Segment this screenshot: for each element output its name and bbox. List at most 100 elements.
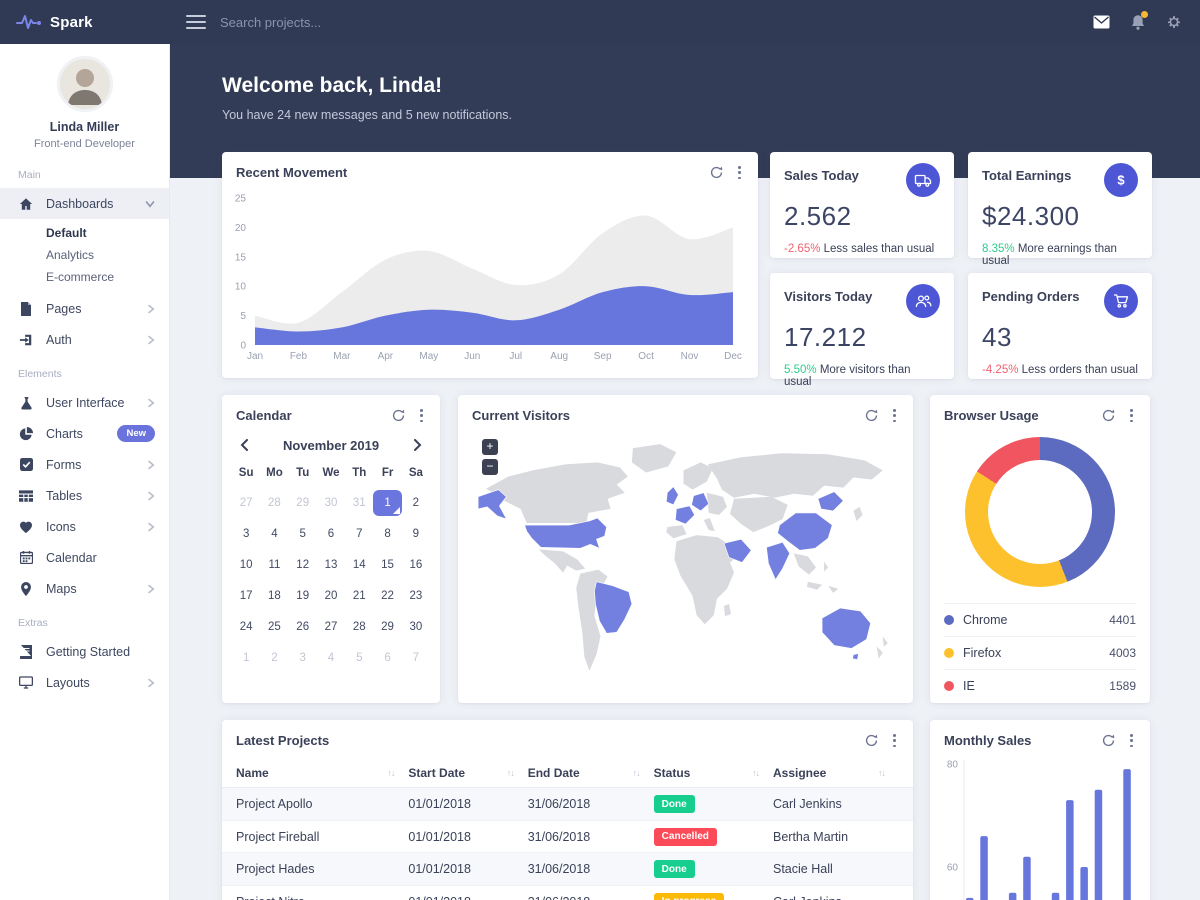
calendar-day[interactable]: 5 (289, 521, 317, 547)
sidebar-item-layouts[interactable]: Layouts (0, 667, 169, 698)
kebab-icon[interactable] (417, 408, 426, 423)
flask-icon (18, 396, 34, 410)
calendar-day[interactable]: 31 (345, 490, 373, 516)
column-header-end-date[interactable]: End Date↑↓ (528, 766, 654, 780)
map-zoom-in-button[interactable]: + (482, 439, 498, 455)
refresh-icon[interactable] (1102, 409, 1115, 422)
calendar-day[interactable]: 12 (289, 552, 317, 578)
calendar-day[interactable]: 2 (402, 490, 430, 516)
menu-toggle-icon[interactable] (186, 15, 206, 29)
calendar-day[interactable]: 27 (317, 614, 345, 640)
sidebar-subitem-analytics[interactable]: Analytics (0, 244, 169, 266)
column-header-start-date[interactable]: Start Date↑↓ (408, 766, 527, 780)
calendar-day[interactable]: 17 (232, 583, 260, 609)
calendar-day[interactable]: 6 (317, 521, 345, 547)
calendar-day[interactable]: 11 (260, 552, 288, 578)
sidebar-item-dashboards[interactable]: Dashboards (0, 188, 169, 219)
sidebar-item-user-interface[interactable]: User Interface (0, 387, 169, 418)
refresh-icon[interactable] (392, 409, 405, 422)
calendar-day[interactable]: 27 (232, 490, 260, 516)
card-title: Monthly Sales (944, 733, 1031, 748)
calendar-day[interactable]: 18 (260, 583, 288, 609)
calendar-next-icon[interactable] (411, 437, 424, 453)
calendar-day[interactable]: 30 (317, 490, 345, 516)
calendar-day[interactable]: 13 (317, 552, 345, 578)
world-map[interactable]: + − (468, 433, 903, 693)
refresh-icon[interactable] (1102, 734, 1115, 747)
calendar-day[interactable]: 7 (345, 521, 373, 547)
mail-icon[interactable] (1093, 15, 1110, 29)
sidebar-item-maps[interactable]: Maps (0, 573, 169, 604)
calendar-day[interactable]: 1 (232, 645, 260, 671)
calendar-day[interactable]: 9 (402, 521, 430, 547)
calendar-day[interactable]: 7 (402, 645, 430, 671)
sidebar-item-getting-started[interactable]: Getting Started (0, 636, 169, 667)
calendar-prev-icon[interactable] (238, 437, 251, 453)
sidebar-subitem-e-commerce[interactable]: E-commerce (0, 266, 169, 288)
calendar-day[interactable]: 20 (317, 583, 345, 609)
refresh-icon[interactable] (710, 166, 723, 179)
refresh-icon[interactable] (865, 734, 878, 747)
kebab-icon[interactable] (735, 165, 744, 180)
stat-value: 2.562 (784, 201, 940, 232)
sidebar-subitem-default[interactable]: Default (0, 222, 169, 244)
calendar-day[interactable]: 8 (373, 521, 401, 547)
column-header-assignee[interactable]: Assignee↑↓ (773, 766, 899, 780)
sidebar-item-pages[interactable]: Pages (0, 293, 169, 324)
card-title: Browser Usage (944, 408, 1039, 423)
column-header-status[interactable]: Status↑↓ (654, 766, 773, 780)
project-name: Project Apollo (236, 797, 408, 811)
sort-icon[interactable]: ↑↓ (752, 768, 759, 778)
project-start: 01/01/2018 (408, 862, 527, 876)
calendar-day[interactable]: 6 (373, 645, 401, 671)
calendar-day[interactable]: 5 (345, 645, 373, 671)
map-pin-icon (18, 582, 34, 596)
calendar-day[interactable]: 22 (373, 583, 401, 609)
kebab-icon[interactable] (1127, 408, 1136, 423)
sidebar-item-auth[interactable]: Auth (0, 324, 169, 355)
calendar-day[interactable]: 2 (260, 645, 288, 671)
kebab-icon[interactable] (1127, 733, 1136, 748)
calendar-day[interactable]: 23 (402, 583, 430, 609)
calendar-day[interactable]: 19 (289, 583, 317, 609)
calendar-day-selected[interactable]: 1 (373, 490, 401, 516)
calendar-day[interactable]: 24 (232, 614, 260, 640)
calendar-day[interactable]: 26 (289, 614, 317, 640)
settings-icon[interactable] (1166, 14, 1182, 30)
calendar-day[interactable]: 4 (260, 521, 288, 547)
calendar-day[interactable]: 15 (373, 552, 401, 578)
brand[interactable]: Spark (0, 0, 170, 44)
calendar-day[interactable]: 3 (232, 521, 260, 547)
sort-icon[interactable]: ↑↓ (633, 768, 640, 778)
calendar-day[interactable]: 30 (402, 614, 430, 640)
search-input[interactable] (220, 15, 540, 30)
calendar-day[interactable]: 29 (373, 614, 401, 640)
notifications-icon[interactable] (1130, 14, 1146, 31)
sort-icon[interactable]: ↑↓ (507, 768, 514, 778)
map-zoom-out-button[interactable]: − (482, 459, 498, 475)
column-header-name[interactable]: Name↑↓ (236, 766, 408, 780)
calendar-day[interactable]: 4 (317, 645, 345, 671)
calendar-day[interactable]: 14 (345, 552, 373, 578)
calendar-day[interactable]: 21 (345, 583, 373, 609)
sidebar-item-forms[interactable]: Forms (0, 449, 169, 480)
calendar-day[interactable]: 16 (402, 552, 430, 578)
calendar-day[interactable]: 10 (232, 552, 260, 578)
sidebar-item-tables[interactable]: Tables (0, 480, 169, 511)
browser-usage-donut[interactable] (965, 437, 1115, 587)
calendar-day[interactable]: 25 (260, 614, 288, 640)
refresh-icon[interactable] (865, 409, 878, 422)
chevron-right-icon (147, 584, 155, 594)
calendar-day[interactable]: 3 (289, 645, 317, 671)
sort-icon[interactable]: ↑↓ (878, 768, 885, 778)
kebab-icon[interactable] (890, 733, 899, 748)
sort-icon[interactable]: ↑↓ (387, 768, 394, 778)
calendar-day[interactable]: 29 (289, 490, 317, 516)
sidebar-item-calendar[interactable]: Calendar (0, 542, 169, 573)
legend-dot (944, 615, 954, 625)
sidebar-item-charts[interactable]: ChartsNew (0, 418, 169, 449)
calendar-day[interactable]: 28 (345, 614, 373, 640)
sidebar-item-icons[interactable]: Icons (0, 511, 169, 542)
kebab-icon[interactable] (890, 408, 899, 423)
calendar-day[interactable]: 28 (260, 490, 288, 516)
